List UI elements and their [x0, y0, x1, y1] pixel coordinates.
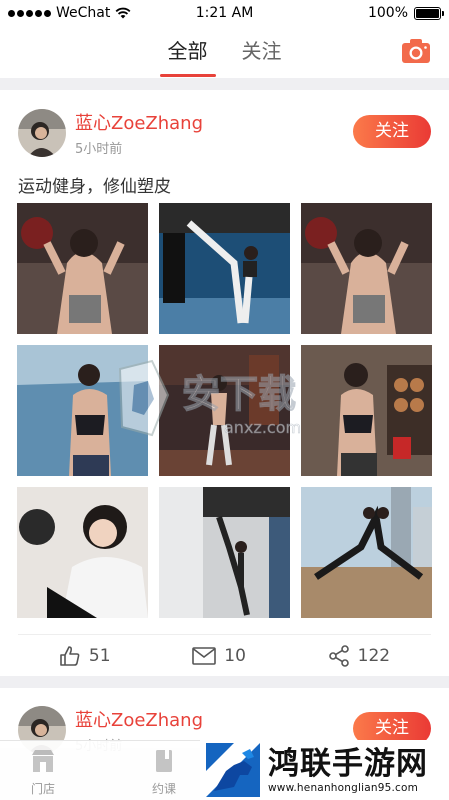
author-name[interactable]: 蓝心ZoeZhang: [75, 109, 203, 135]
post-time: 5小时前: [75, 142, 123, 157]
status-bar: WeChat 1:21 AM 100%: [0, 0, 449, 26]
post-photo[interactable]: [159, 203, 290, 334]
book-icon: [156, 750, 172, 772]
battery-percent: 100%: [367, 5, 408, 21]
author-meta: 蓝心ZoeZhang 5小时前: [75, 109, 203, 157]
like-count: 51: [88, 645, 111, 666]
thumbs-up-icon: [60, 645, 80, 666]
watermark-corner-url: www.henanhonglian95.com: [268, 782, 419, 794]
watermark-center-text: 安下载: [182, 372, 296, 416]
post-photo[interactable]: [17, 487, 148, 618]
wifi-icon: [115, 7, 131, 19]
post-actions: 51 10 122: [18, 634, 431, 676]
follow-button[interactable]: 关注: [353, 115, 431, 148]
post-photo[interactable]: [159, 487, 290, 618]
signal-icon: [8, 9, 51, 17]
like-button[interactable]: 51: [59, 645, 111, 667]
status-right: 100%: [367, 5, 444, 21]
nav-item-store[interactable]: 门店: [13, 749, 73, 797]
nav-label-booking: 约课: [151, 782, 176, 796]
post-photo[interactable]: [301, 203, 432, 334]
store-icon: [32, 750, 54, 772]
camera-icon[interactable]: [401, 38, 431, 64]
avatar[interactable]: [18, 109, 66, 157]
nav-item-booking[interactable]: 约课: [134, 749, 194, 797]
share-icon: [328, 644, 349, 667]
post-author[interactable]: 蓝心ZoeZhang 5小时前: [18, 109, 203, 157]
share-count: 122: [357, 645, 391, 666]
watermark-corner: 鸿联手游网 www.henanhonglian95.com: [200, 740, 449, 800]
tab-all[interactable]: 全部: [159, 26, 216, 78]
watermark-corner-title: 鸿联手游网: [268, 746, 428, 782]
watermark-center: 安下载 anxz.com: [112, 355, 342, 445]
author-name[interactable]: 蓝心ZoeZhang: [75, 706, 203, 732]
share-button[interactable]: 122: [328, 644, 391, 667]
carrier-label: WeChat: [56, 5, 111, 21]
horse-logo-icon: [206, 743, 260, 797]
post-photo[interactable]: [301, 487, 432, 618]
battery-icon: [414, 6, 444, 20]
top-tab-bar: 全部 关注: [0, 26, 449, 78]
comment-button[interactable]: 10: [192, 646, 246, 666]
mail-icon: [192, 646, 217, 665]
post-text: 运动健身，修仙塑皮: [18, 177, 171, 197]
clock: 1:21 AM: [195, 5, 254, 21]
comment-count: 10: [224, 645, 246, 666]
nav-label-store: 门店: [30, 782, 55, 796]
post-photo[interactable]: [17, 203, 148, 334]
post-card: 蓝心ZoeZhang 5小时前 关注: [0, 688, 449, 754]
watermark-center-sub: anxz.com: [224, 418, 301, 437]
status-left: WeChat: [8, 5, 131, 21]
tab-following[interactable]: 关注: [242, 26, 282, 78]
watermark-corner-text: 鸿联手游网 www.henanhonglian95.com: [268, 746, 428, 794]
